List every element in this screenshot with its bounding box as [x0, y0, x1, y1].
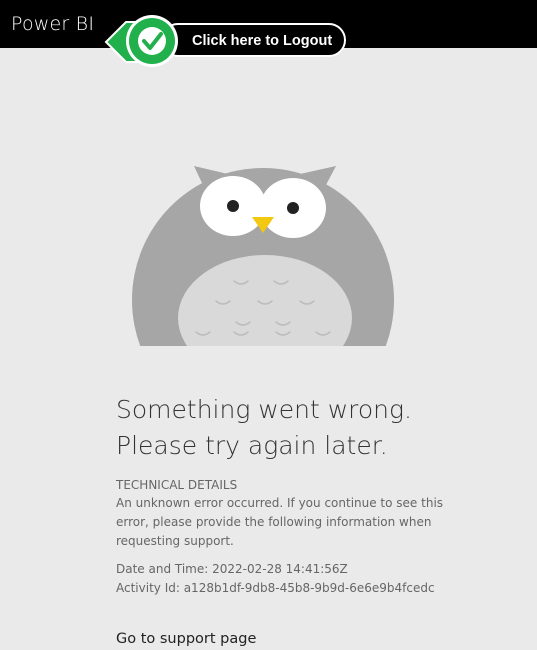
error-activity-id: Activity Id: a128b1df-9db8-45b8-9b9d-6e6…: [116, 581, 435, 595]
logout-label: Click here to Logout: [192, 33, 333, 49]
error-title-line1: Something went wrong.: [116, 395, 412, 424]
owl-illustration: [132, 166, 394, 346]
error-description: An unknown error occurred. If you contin…: [116, 496, 444, 548]
app-title: Power BI: [11, 13, 95, 35]
logout-callout-button[interactable]: Click here to Logout: [104, 13, 349, 73]
technical-details-heading: TECHNICAL DETAILS: [116, 478, 238, 492]
error-title-line2: Please try again later.: [116, 431, 388, 460]
support-page-link[interactable]: Go to support page: [116, 629, 256, 649]
error-message: Something went wrong. Please try again l…: [116, 392, 516, 464]
error-datetime: Date and Time: 2022-02-28 14:41:56Z: [116, 562, 348, 576]
